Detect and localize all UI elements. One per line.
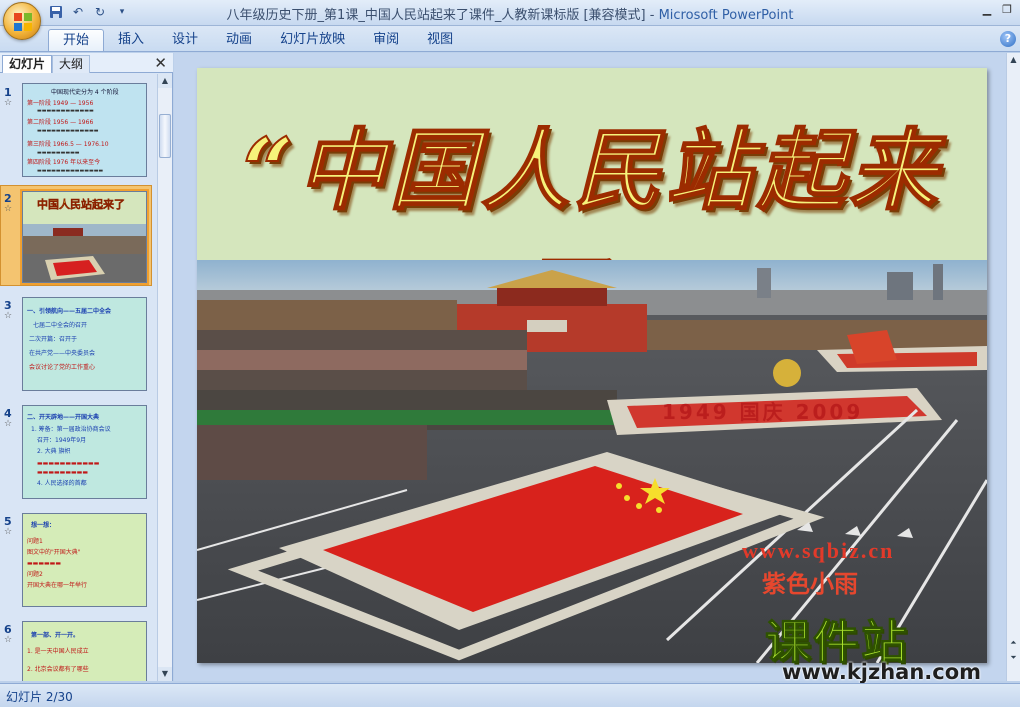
thumbnail-text: 想一想： bbox=[31, 522, 56, 529]
tab-view[interactable]: 视图 bbox=[413, 29, 467, 51]
animation-star-icon: ☆ bbox=[4, 419, 13, 429]
animation-star-icon: ☆ bbox=[4, 527, 13, 537]
office-logo-icon bbox=[14, 13, 32, 31]
thumbnail-text: 1. 是一天中国人民成立 bbox=[27, 648, 89, 655]
thumbnail-preview: 二、开天辟地——开国大典 1. 筹备：第一届政治协商会议 召开：1949年9月 … bbox=[22, 405, 147, 499]
thumbnail-text: 第四阶段 1976 年以来至今 bbox=[27, 159, 101, 166]
ribbon: 开始 插入 设计 动画 幻灯片放映 审阅 视图 ? bbox=[0, 26, 1020, 52]
pane-tabs: 幻灯片 大纲 ✕ bbox=[0, 53, 173, 73]
ribbon-tabs: 开始 插入 设计 动画 幻灯片放映 审阅 视图 bbox=[48, 29, 467, 51]
thumbnail-text: 召开：1949年9月 bbox=[37, 437, 87, 444]
brand-url: www.kjzhan.com bbox=[782, 660, 982, 684]
tab-slideshow[interactable]: 幻灯片放映 bbox=[266, 29, 359, 51]
watermark-url: www.sqbiz.cn bbox=[742, 538, 895, 563]
tab-design[interactable]: 设计 bbox=[158, 29, 212, 51]
status-bar: 幻灯片 2/30 bbox=[0, 683, 1020, 707]
thumbnail-text-filler: ▬▬▬▬▬▬▬▬▬▬▬▬▬ bbox=[37, 128, 99, 134]
thumbnail-text-filler: ▬▬▬▬▬▬▬▬▬▬▬ bbox=[37, 460, 100, 467]
thumbnail-preview: 一、引领航向——五届二中全会 七届二中全会的召开 二次开篇：召开于 在共产党——… bbox=[22, 297, 147, 391]
animation-star-icon: ☆ bbox=[4, 98, 13, 108]
app-name: Microsoft PowerPoint bbox=[658, 8, 794, 23]
scroll-up-icon[interactable]: ▲ bbox=[1007, 53, 1020, 66]
thumbnail-text: 一、引领航向——五届二中全会 bbox=[27, 308, 112, 315]
thumbnail-text-filler: ▬▬▬▬▬▬▬▬▬▬▬▬▬▬ bbox=[37, 168, 104, 174]
next-slide-icon[interactable]: ⏷ bbox=[1007, 651, 1020, 664]
scroll-down-icon[interactable]: ▼ bbox=[158, 667, 172, 681]
title-bar: ↶ ↻ ▾ 八年级历史下册_第1课_中国人民站起来了课件_人教新课标版 [兼容模… bbox=[0, 0, 1020, 26]
minimize-icon[interactable]: ▁ bbox=[978, 2, 996, 20]
scrollbar-thumb[interactable] bbox=[159, 114, 171, 158]
thumbnail-photo bbox=[23, 224, 146, 282]
thumbnail-text: 在共产党——中央委员会 bbox=[29, 350, 96, 357]
thumbnail-scrollbar[interactable]: ▲ ▼ bbox=[157, 74, 172, 681]
window-controls: ▁ ❐ bbox=[978, 2, 1016, 20]
thumbnail-text-filler: ▬▬▬▬▬▬ bbox=[27, 560, 62, 567]
thumbnail-text: 4. 人民选择的首都 bbox=[37, 480, 87, 487]
thumbnail-text: 2. 北京会议都有了哪些 bbox=[27, 666, 89, 673]
thumbnail-preview: 中国人民站起来了 bbox=[20, 189, 149, 285]
thumbnail-preview: 中国现代史分为 4 个阶段 第一阶段 1949 — 1956 ▬▬▬▬▬▬▬▬▬… bbox=[22, 83, 147, 177]
office-button[interactable] bbox=[3, 2, 41, 40]
thumbnail-text: 开国大典在哪一年举行 bbox=[27, 582, 88, 589]
restore-icon[interactable]: ❐ bbox=[998, 2, 1016, 20]
thumbnail-text: 第三阶段 1966.5 — 1976.10 bbox=[27, 141, 109, 148]
current-slide[interactable]: “中国人民站起来了” bbox=[197, 68, 987, 663]
document-title: 八年级历史下册_第1课_中国人民站起来了课件_人教新课标版 [兼容模式] bbox=[226, 8, 646, 23]
close-icon[interactable]: ✕ bbox=[154, 54, 167, 72]
thumbnail-text: 二、开天辟地——开国大典 bbox=[27, 414, 100, 421]
window-title: 八年级历史下册_第1课_中国人民站起来了课件_人教新课标版 [兼容模式] - M… bbox=[0, 4, 1020, 23]
thumbnail-text: 会议讨论了党的工作重心 bbox=[29, 364, 96, 371]
tab-review[interactable]: 审阅 bbox=[359, 29, 413, 51]
watermark-name: 紫色小雨 bbox=[762, 569, 858, 598]
animation-star-icon: ☆ bbox=[4, 635, 13, 645]
photo-caption: 1949 国庆 2009 bbox=[662, 400, 864, 424]
thumbnail-text: 七届二中全会的召开 bbox=[33, 322, 88, 329]
thumbnail-text: 中国人民站起来了 bbox=[37, 198, 125, 211]
thumbnail-text-filler: ▬▬▬▬▬▬▬▬▬▬▬▬ bbox=[37, 108, 94, 114]
thumbnail-text: 问题1 bbox=[27, 538, 43, 545]
slide-scrollbar[interactable]: ▲ ⏶ ⏷ bbox=[1006, 53, 1020, 681]
tab-slides[interactable]: 幻灯片 bbox=[2, 55, 53, 73]
slide-photo[interactable] bbox=[197, 260, 987, 663]
thumbnail-list: 1 ☆ 中国现代史分为 4 个阶段 第一阶段 1949 — 1956 ▬▬▬▬▬… bbox=[0, 74, 157, 681]
animation-star-icon: ☆ bbox=[4, 311, 13, 321]
thumbnail-text: 第一阶段 1949 — 1956 bbox=[27, 100, 94, 107]
tab-insert[interactable]: 插入 bbox=[104, 29, 158, 51]
thumbnail-preview: 第一部、开一开。 1. 是一天中国人民成立 2. 北京会议都有了哪些 bbox=[22, 621, 147, 681]
thumbnail-text-filler: ▬▬▬▬▬▬▬▬▬ bbox=[37, 469, 89, 476]
tab-outline[interactable]: 大纲 bbox=[52, 55, 91, 73]
thumbnail-text: 1. 筹备：第一届政治协商会议 bbox=[31, 426, 111, 433]
thumbnail-text: 第一部、开一开。 bbox=[31, 632, 80, 639]
thumbnail-text-filler: ▬▬▬▬▬▬▬▬▬ bbox=[37, 150, 80, 156]
scroll-up-icon[interactable]: ▲ bbox=[158, 74, 172, 88]
animation-star-icon: ☆ bbox=[4, 204, 13, 214]
thumbnail-text: 图文中的"开国大典" bbox=[27, 549, 81, 556]
thumbnail-text: 问题2 bbox=[27, 571, 43, 578]
slides-pane: 幻灯片 大纲 ✕ 1 ☆ 中国现代史分为 4 个阶段 第一阶段 1949 — 1… bbox=[0, 53, 173, 681]
slide-indicator: 幻灯片 2/30 bbox=[6, 690, 73, 704]
tab-animations[interactable]: 动画 bbox=[212, 29, 266, 51]
thumbnail-text: 第二阶段 1956 — 1966 bbox=[27, 119, 94, 126]
thumbnail-text: 2. 大典 旗帜 bbox=[37, 448, 71, 455]
thumbnail-preview: 想一想： 问题1 图文中的"开国大典" ▬▬▬▬▬▬ 问题2 开国大典在哪一年举… bbox=[22, 513, 147, 607]
slide-editor: “中国人民站起来了” bbox=[174, 53, 1006, 681]
thumbnail-text: 中国现代史分为 4 个阶段 bbox=[51, 89, 119, 96]
help-icon[interactable]: ? bbox=[1000, 31, 1016, 47]
tab-home[interactable]: 开始 bbox=[48, 29, 105, 51]
title-separator: - bbox=[645, 8, 659, 23]
previous-slide-icon[interactable]: ⏶ bbox=[1007, 636, 1020, 649]
thumbnail-text: 二次开篇：召开于 bbox=[29, 336, 78, 343]
